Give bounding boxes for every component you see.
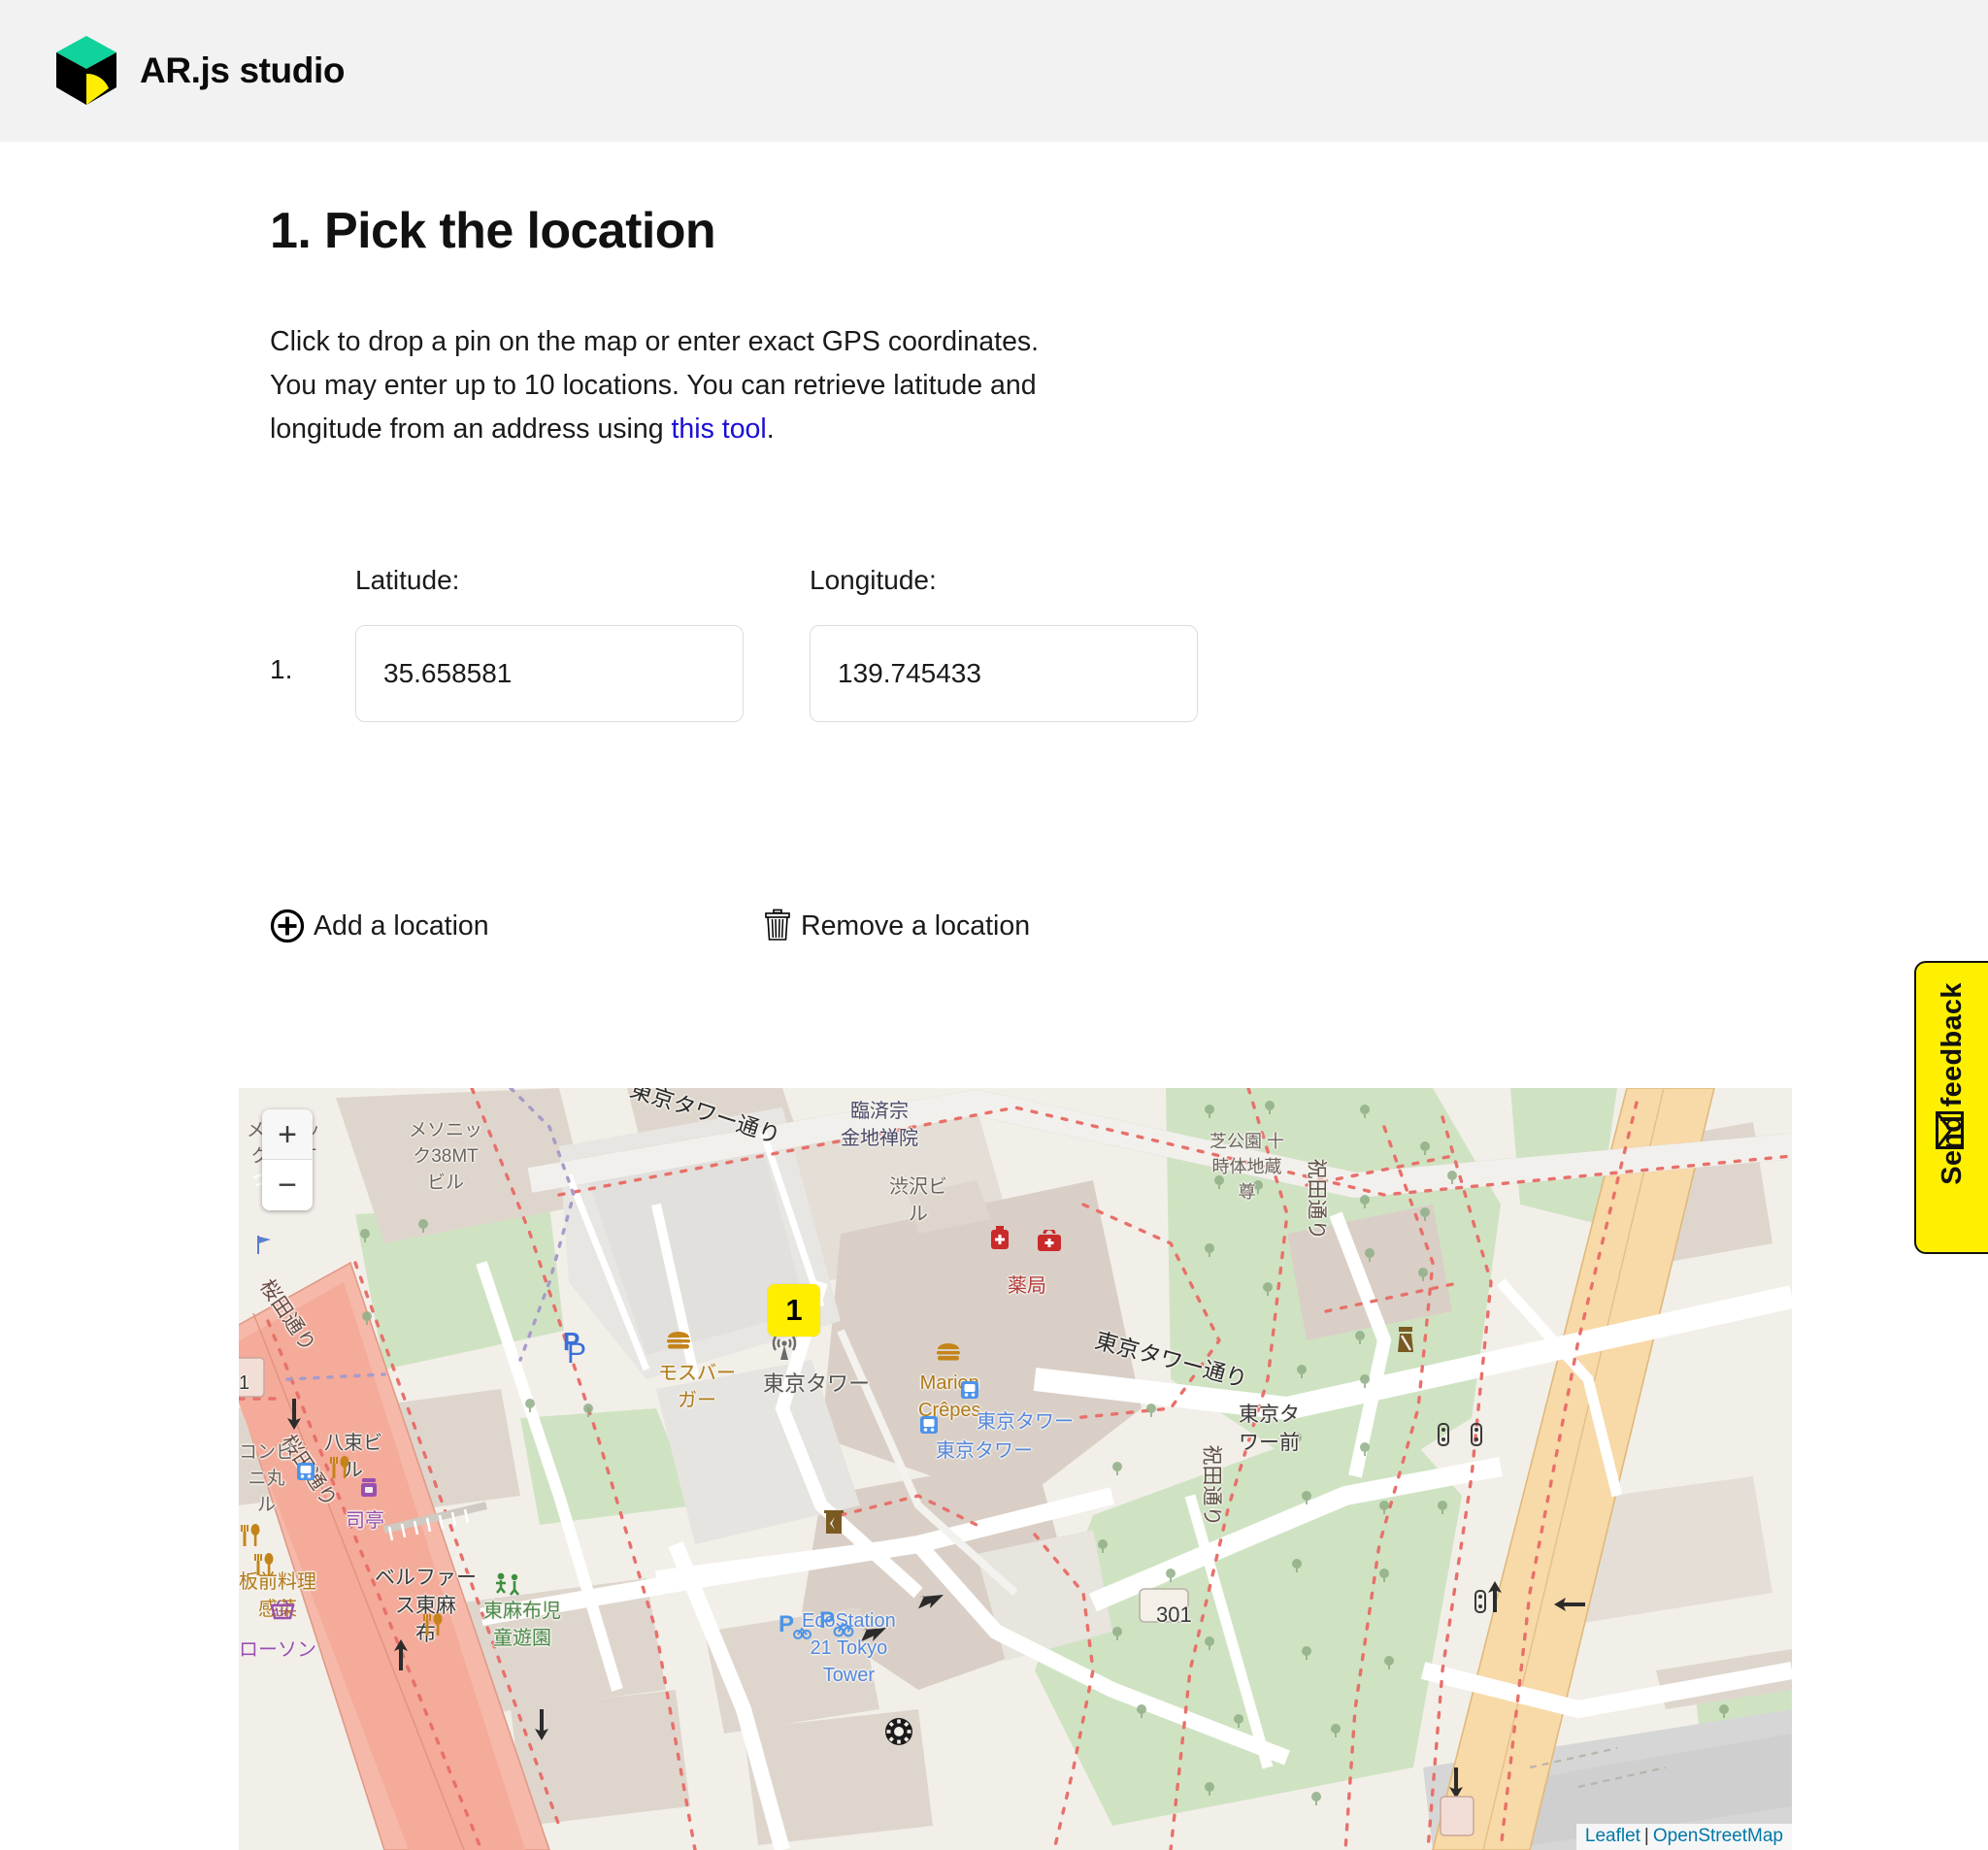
send-feedback-button[interactable]: Send feedback — [1914, 961, 1988, 1254]
zoom-out-button[interactable]: − — [262, 1160, 313, 1210]
longitude-column-label: Longitude: — [810, 565, 937, 596]
latitude-input[interactable] — [355, 625, 744, 722]
zoom-in-button[interactable]: + — [262, 1109, 313, 1160]
envelope-icon — [1936, 1111, 1970, 1150]
leaflet-link[interactable]: Leaflet — [1585, 1826, 1640, 1846]
trash-icon — [763, 908, 792, 943]
send-feedback-label: Send feedback — [1937, 982, 1969, 1185]
openstreetmap-link[interactable]: OpenStreetMap — [1653, 1826, 1783, 1846]
location-marker-1[interactable]: 1 — [768, 1284, 820, 1337]
leaflet-map[interactable]: P P P メソニッ ク38MT ビルメソニッ ク38MT東京タワー — [239, 1088, 1792, 1850]
remove-location-label: Remove a location — [801, 910, 1030, 942]
arjs-cube-logo-icon — [54, 35, 118, 107]
intro-text-before-link: Click to drop a pin on the map or enter … — [270, 326, 1039, 445]
remove-location-button[interactable]: Remove a location — [763, 908, 1030, 943]
map-tiles — [239, 1088, 1792, 1850]
geocoding-tool-link[interactable]: this tool — [672, 413, 767, 445]
location-form: Latitude: Longitude: 1. — [270, 565, 1241, 722]
intro-paragraph: Click to drop a pin on the map or enter … — [270, 320, 1046, 451]
location-actions: Add a location Remove a location — [270, 908, 1143, 957]
add-location-label: Add a location — [314, 910, 489, 942]
longitude-input[interactable] — [810, 625, 1198, 722]
latitude-column-label: Latitude: — [355, 565, 459, 596]
intro-text-after-link: . — [767, 413, 775, 445]
attribution-separator: | — [1644, 1826, 1649, 1846]
add-location-button[interactable]: Add a location — [270, 908, 489, 943]
form-column-headers: Latitude: Longitude: — [270, 565, 1241, 604]
page-title: 1. Pick the location — [270, 202, 715, 260]
map-zoom-controls[interactable]: + − — [262, 1109, 313, 1210]
location-row: 1. — [270, 625, 1241, 722]
brand-logo-link[interactable]: AR.js studio — [54, 35, 345, 107]
map-attribution: Leaflet|OpenStreetMap — [1576, 1824, 1792, 1850]
location-row-index: 1. — [270, 654, 292, 685]
brand-name: AR.js studio — [140, 50, 345, 91]
app-header: AR.js studio — [0, 0, 1988, 142]
plus-circle-icon — [270, 908, 305, 943]
